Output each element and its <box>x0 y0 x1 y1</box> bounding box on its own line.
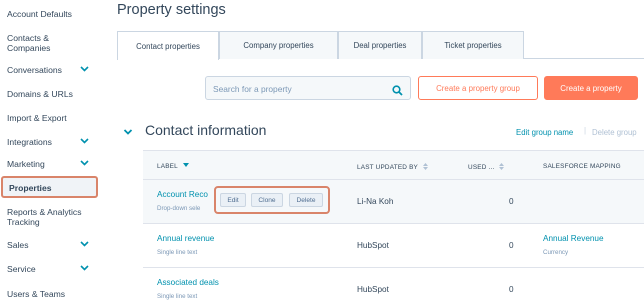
sidebar-item-import-export[interactable]: Import & Export <box>7 113 97 123</box>
sidebar-item-label: Properties <box>9 183 52 193</box>
page-title: Property settings <box>117 2 226 18</box>
salesforce-mapping-link[interactable]: Annual Revenue <box>543 234 604 243</box>
sidebar-item-label: Import & Export <box>7 113 67 123</box>
create-property-button[interactable]: Create a property <box>544 76 638 100</box>
button-label: Create a property group <box>436 83 520 93</box>
row-actions-highlight: Edit Clone Delete <box>214 186 330 214</box>
search-icon[interactable] <box>392 83 403 96</box>
sidebar-item-label: Service <box>7 264 36 274</box>
property-name-link[interactable]: Annual revenue <box>157 234 214 243</box>
sidebar-item-label: Users & Teams <box>7 289 66 299</box>
collapse-chevron-icon[interactable] <box>123 124 133 135</box>
column-header-used[interactable]: USED ... <box>468 163 505 172</box>
sidebar-item-reports-analytics-tracking[interactable]: Reports & Analytics Tracking <box>7 207 102 227</box>
sidebar-item-label: Account Defaults <box>7 9 72 19</box>
sidebar-item-contacts-companies[interactable]: Contacts & Companies <box>7 33 77 53</box>
updated-by: Li-Na Koh <box>357 197 394 206</box>
tab-contact-properties[interactable]: Contact properties <box>117 31 219 60</box>
clone-button[interactable]: Clone <box>251 193 283 207</box>
column-header-text: USED ... <box>468 164 495 172</box>
sidebar-item-label: Reports & Analytics Tracking <box>7 207 82 227</box>
tab-label: Ticket properties <box>444 41 502 50</box>
sort-desc-icon[interactable] <box>182 163 189 170</box>
sidebar-item-label: Domains & URLs <box>7 89 73 99</box>
tab-company-properties[interactable]: Company properties <box>219 31 338 59</box>
delete-button[interactable]: Delete <box>289 193 323 207</box>
edit-button[interactable]: Edit <box>220 193 246 207</box>
sidebar-item-users-teams[interactable]: Users & Teams <box>7 289 97 299</box>
property-name-link[interactable]: Account Reco <box>157 190 208 199</box>
property-type: Drop-down sele <box>157 205 201 212</box>
salesforce-mapping-type: Currency <box>543 249 569 256</box>
sidebar-item-account-defaults[interactable]: Account Defaults <box>7 9 97 19</box>
chevron-down-icon[interactable] <box>80 159 89 167</box>
column-header-text: SALESFORCE MAPPING <box>543 163 621 170</box>
sort-icon[interactable] <box>499 163 505 172</box>
delete-group-link[interactable]: Delete group <box>592 128 637 137</box>
sidebar-item-label: Contacts & Companies <box>7 33 51 53</box>
column-header-salesforce-mapping[interactable]: SALESFORCE MAPPING <box>543 163 621 170</box>
property-type: Single line text <box>157 293 198 300</box>
property-name-link[interactable]: Associated deals <box>157 278 219 287</box>
column-header-updated-by[interactable]: LAST UPDATED BY <box>357 163 428 172</box>
chevron-down-icon[interactable] <box>80 137 89 145</box>
property-type: Single line text <box>157 249 198 256</box>
sort-icon[interactable] <box>422 163 428 172</box>
chevron-down-icon[interactable] <box>80 65 89 73</box>
button-label: Create a property <box>560 83 622 93</box>
used-count: 0 <box>509 197 514 206</box>
tab-label: Deal properties <box>353 41 407 50</box>
sidebar-item-label: Conversations <box>7 65 62 75</box>
chevron-down-icon[interactable] <box>80 240 89 248</box>
edit-group-name-link[interactable]: Edit group name <box>516 128 573 137</box>
chevron-down-icon[interactable] <box>80 264 89 272</box>
column-header-label[interactable]: LABEL <box>157 163 189 170</box>
search-input[interactable]: Search for a property <box>205 76 411 100</box>
updated-by: HubSpot <box>357 285 389 294</box>
tab-ticket-properties[interactable]: Ticket properties <box>422 31 524 59</box>
tab-label: Company properties <box>243 41 314 50</box>
column-header-text: LABEL <box>157 163 178 171</box>
table-row[interactable]: Account Reco Drop-down sele Edit Clone D… <box>143 180 644 224</box>
create-property-group-button[interactable]: Create a property group <box>418 76 538 100</box>
sidebar-item-label: Sales <box>7 240 29 250</box>
table-row[interactable]: Associated deals Single line text HubSpo… <box>143 268 644 303</box>
used-count: 0 <box>509 241 514 250</box>
group-title: Contact information <box>145 122 267 138</box>
sidebar-item-label: Integrations <box>7 137 52 147</box>
sidebar-item-properties[interactable]: Properties <box>1 176 98 198</box>
search-placeholder: Search for a property <box>213 84 292 94</box>
column-header-text: LAST UPDATED BY <box>357 164 418 172</box>
tab-deal-properties[interactable]: Deal properties <box>338 31 422 59</box>
used-count: 0 <box>509 285 514 294</box>
tab-label: Contact properties <box>136 41 200 51</box>
sidebar-item-label: Marketing <box>7 159 45 169</box>
link-separator: | <box>584 126 587 135</box>
sidebar-item-domains-urls[interactable]: Domains & URLs <box>7 89 97 99</box>
table-row[interactable]: Annual revenue Single line text HubSpot … <box>143 224 644 268</box>
settings-sidebar: Account Defaults Contacts & Companies Co… <box>0 0 103 303</box>
table-header: LABEL LAST UPDATED BY USED ... SALESFORC… <box>143 150 644 180</box>
updated-by: HubSpot <box>357 241 389 250</box>
